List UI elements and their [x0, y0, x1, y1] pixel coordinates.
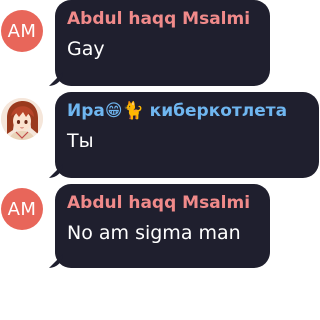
chat-message-list: AM Abdul haqq Msalmi Gay Ира😁🐈 киберкотл… [0, 0, 319, 320]
sender-name-text: Ира😁🐈 киберкотлета [67, 101, 288, 121]
message-text: Ты [67, 130, 94, 152]
message-bubble[interactable]: Abdul haqq Msalmi Gay [55, 0, 270, 86]
sender-name[interactable]: Ира😁🐈 киберкотлета [67, 100, 307, 122]
avatar-initials: AM [7, 198, 37, 220]
message-bubble[interactable]: Abdul haqq Msalmi No am sigma man [55, 184, 270, 268]
message-text: Gay [67, 38, 105, 60]
sender-name[interactable]: Abdul haqq Msalmi [67, 192, 258, 214]
avatar-initials: AM [7, 20, 37, 42]
message-text: No am sigma man [67, 222, 241, 244]
message-row: AM Abdul haqq Msalmi Gay [0, 0, 319, 88]
message-row: AM Abdul haqq Msalmi No am sigma man [0, 184, 319, 272]
avatar[interactable] [1, 98, 43, 140]
message-bubble[interactable]: Ира😁🐈 киберкотлета Ты [55, 92, 319, 178]
sender-name[interactable]: Abdul haqq Msalmi [67, 8, 258, 30]
avatar[interactable]: AM [1, 188, 43, 230]
avatar[interactable]: AM [1, 10, 43, 52]
avatar-portrait-image [1, 98, 43, 140]
message-row: Ира😁🐈 киберкотлета Ты [0, 92, 319, 180]
